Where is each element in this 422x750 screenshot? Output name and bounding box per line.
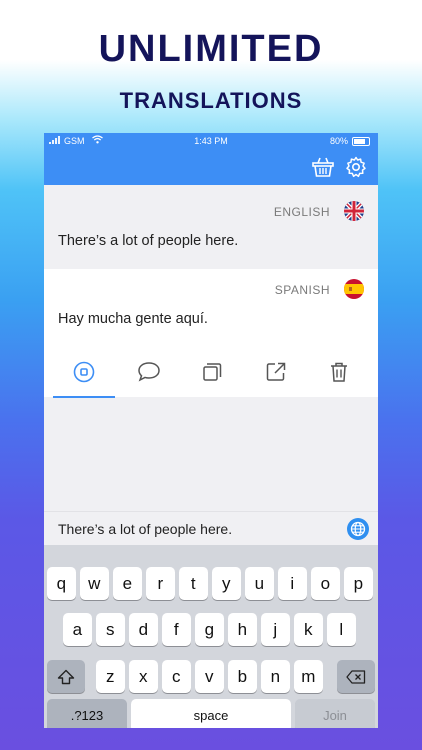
speak-button[interactable] xyxy=(64,357,104,387)
key-d[interactable]: d xyxy=(129,613,158,646)
key-z[interactable]: z xyxy=(96,660,125,693)
backspace-key[interactable] xyxy=(337,660,375,693)
uk-flag-icon[interactable] xyxy=(344,201,364,221)
key-w[interactable]: w xyxy=(80,567,109,600)
key-f[interactable]: f xyxy=(162,613,191,646)
key-v[interactable]: v xyxy=(195,660,224,693)
key-s[interactable]: s xyxy=(96,613,125,646)
delete-button[interactable] xyxy=(319,357,359,387)
numbers-key[interactable]: .?123 xyxy=(47,699,127,728)
nav-bar xyxy=(44,149,378,185)
key-i[interactable]: i xyxy=(278,567,307,600)
battery-percent: 80% xyxy=(329,136,348,146)
share-button[interactable] xyxy=(256,357,296,387)
key-h[interactable]: h xyxy=(228,613,257,646)
key-p[interactable]: p xyxy=(344,567,373,600)
key-y[interactable]: y xyxy=(212,567,241,600)
basket-icon[interactable] xyxy=(311,155,335,179)
key-j[interactable]: j xyxy=(261,613,290,646)
target-text: Hay mucha gente aquí. xyxy=(58,311,208,327)
globe-icon[interactable] xyxy=(347,518,369,540)
chat-icon xyxy=(138,362,160,382)
key-u[interactable]: u xyxy=(245,567,274,600)
key-n[interactable]: n xyxy=(261,660,290,693)
source-card[interactable]: ENGLISH There’s a lot of people here. xyxy=(44,185,378,269)
speak-icon xyxy=(73,361,95,383)
input-bar[interactable]: There’s a lot of people here. xyxy=(44,511,378,546)
shift-icon xyxy=(57,669,75,684)
copy-icon xyxy=(203,363,222,381)
key-k[interactable]: k xyxy=(294,613,323,646)
shift-key[interactable] xyxy=(47,660,85,693)
headline-subtitle: TRANSLATIONS xyxy=(119,88,303,113)
key-o[interactable]: o xyxy=(311,567,340,600)
key-a[interactable]: a xyxy=(63,613,92,646)
headline-title: UNLIMITED xyxy=(98,28,324,70)
action-bar xyxy=(44,351,378,397)
translation-input[interactable]: There’s a lot of people here. xyxy=(58,521,232,537)
key-b[interactable]: b xyxy=(228,660,257,693)
share-icon xyxy=(266,362,286,381)
key-c[interactable]: c xyxy=(162,660,191,693)
battery-icon xyxy=(352,137,370,146)
copy-button[interactable] xyxy=(192,357,232,387)
gear-icon[interactable] xyxy=(344,155,368,179)
phone-screen: GSM 1:43 PM 80% ENGLISH There’s a lot of… xyxy=(44,133,378,728)
key-l[interactable]: l xyxy=(327,613,356,646)
join-key[interactable]: Join xyxy=(295,699,375,728)
status-bar: GSM 1:43 PM 80% xyxy=(44,133,378,149)
target-language-label[interactable]: SPANISH xyxy=(275,283,330,297)
source-language-label[interactable]: ENGLISH xyxy=(274,205,330,219)
key-x[interactable]: x xyxy=(129,660,158,693)
status-time: 1:43 PM xyxy=(194,136,228,146)
chat-button[interactable] xyxy=(129,357,169,387)
key-r[interactable]: r xyxy=(146,567,175,600)
key-e[interactable]: e xyxy=(113,567,142,600)
source-text[interactable]: There’s a lot of people here. xyxy=(58,233,238,249)
spain-flag-icon[interactable] xyxy=(344,279,364,299)
trash-icon xyxy=(331,362,347,382)
key-m[interactable]: m xyxy=(294,660,323,693)
space-key[interactable]: space xyxy=(131,699,291,728)
key-q[interactable]: q xyxy=(47,567,76,600)
backspace-icon xyxy=(346,669,366,684)
keyboard: .?123 space Join qwertyuiop asdfghjkl zxcv… xyxy=(44,545,378,728)
key-g[interactable]: g xyxy=(195,613,224,646)
key-t[interactable]: t xyxy=(179,567,208,600)
active-tab-indicator xyxy=(53,396,115,398)
